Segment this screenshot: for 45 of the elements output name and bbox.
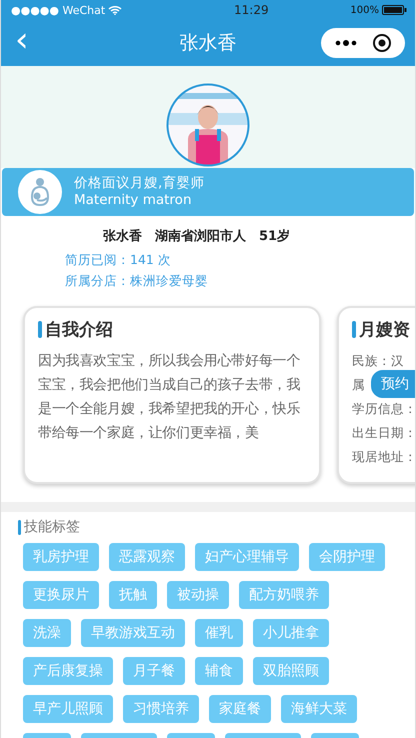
book-button[interactable]: 预约: [371, 370, 415, 398]
detail-line: 学历信息：: [352, 400, 415, 418]
skill-tag: 月子餐: [123, 657, 185, 685]
role-text: 价格面议月嫂,育婴师: [74, 175, 204, 192]
skill-tag: 妇产心理辅导: [195, 543, 299, 571]
wifi-icon: [108, 5, 122, 15]
back-button[interactable]: ‹: [1, 23, 39, 63]
skill-tag: 双胎照顾: [253, 657, 329, 685]
detail-line: 出生日期：: [352, 424, 415, 442]
role-english-text: Maternity matron: [74, 192, 192, 209]
section-title: 技能标签: [24, 518, 80, 536]
detail-line: 民族：汉: [352, 352, 404, 370]
skill-tag: 产后康复操: [23, 657, 113, 685]
skill-tag: 被动操: [167, 581, 229, 609]
clock-text: 11:29: [233, 3, 269, 17]
close-icon[interactable]: [372, 33, 392, 53]
carrier-text: ●●●●● WeChat: [11, 4, 106, 16]
skill-tag: 乳房护理: [23, 543, 99, 571]
battery-text: 100%: [350, 4, 379, 16]
name-origin-age-text: 张水香 湖南省浏阳市人 51岁: [103, 228, 292, 245]
battery-icon: [382, 5, 407, 15]
intro-paragraph: 因为我喜欢宝宝，所以我会用心带好每一个宝宝，我会把他们当成自己的孩子去带，我是一个全能月嫂，我希望把我的开心，快乐带给每一个家庭，让你们更幸福，美: [38, 352, 302, 443]
skill-tag: 早教游戏互动: [81, 619, 185, 647]
detail-line: 属: [352, 376, 365, 394]
skill-tag: 会阴护理: [309, 543, 385, 571]
branch-text: 所属分店：株洲珍爱母婴: [65, 273, 209, 290]
detail-line: 现居地址：: [352, 448, 415, 466]
skill-tag: 习惯培养: [123, 695, 199, 723]
skill-tag: 配方奶喂养: [239, 581, 329, 609]
card-title: 自我介绍: [45, 319, 113, 341]
skill-tag: 更换尿片: [23, 581, 99, 609]
page-title: 张水香: [180, 31, 236, 56]
skill-tag: 抚触: [109, 581, 157, 609]
skill-tag: 洗澡: [23, 619, 71, 647]
skill-tag: 辅食: [195, 657, 243, 685]
skill-tag: 家庭餐: [209, 695, 271, 723]
views-count-text: 简历已阅：141 次: [65, 252, 172, 269]
capsule-menu[interactable]: [321, 28, 405, 58]
skill-tag: 小儿推拿: [253, 619, 329, 647]
more-icon[interactable]: [334, 39, 356, 47]
card-title: 月嫂资: [359, 319, 410, 341]
skill-tag: 海鲜大菜: [281, 695, 357, 723]
skill-tag: 催乳: [195, 619, 243, 647]
skill-tag: 早产儿照顾: [23, 695, 113, 723]
skill-tag: 恶露观察: [109, 543, 185, 571]
